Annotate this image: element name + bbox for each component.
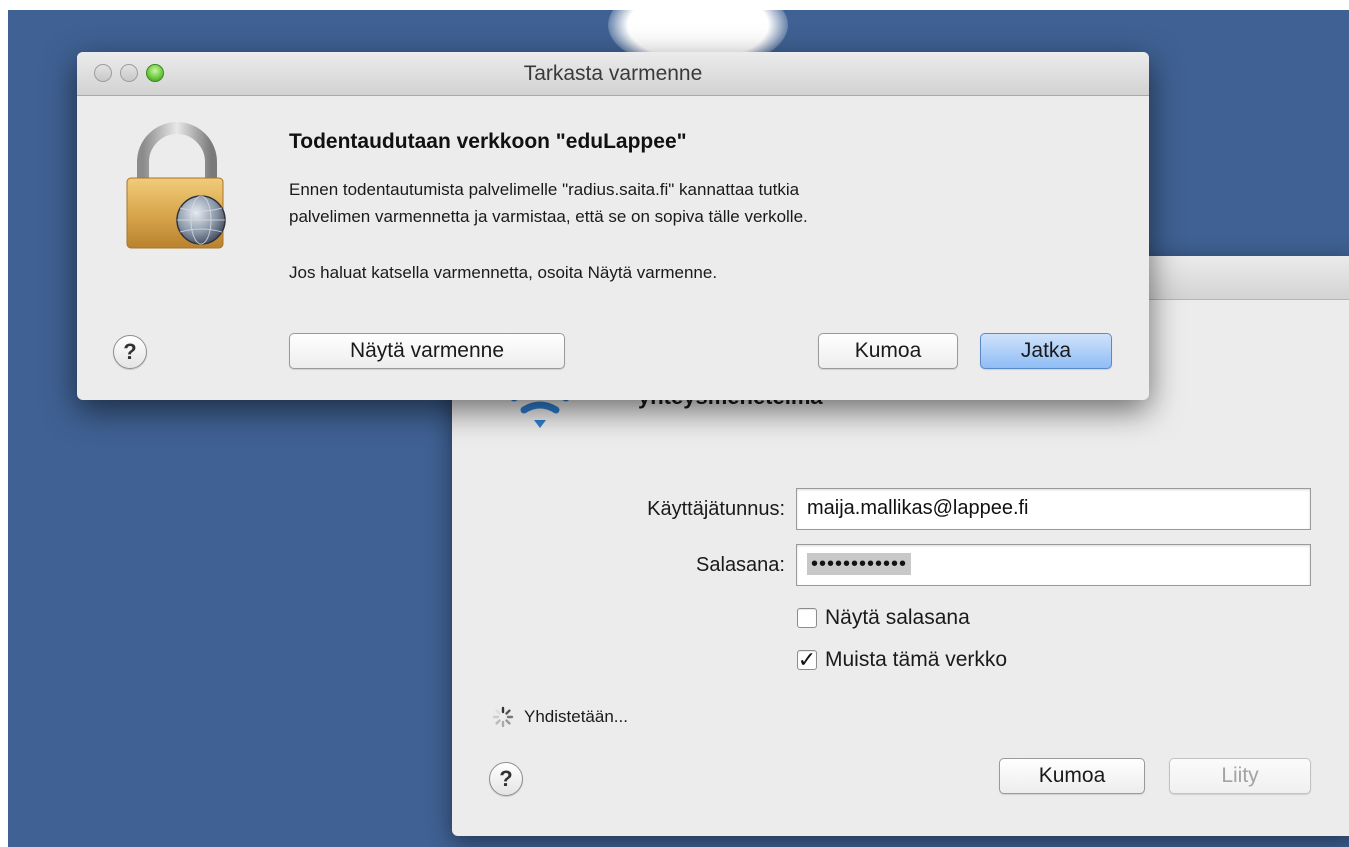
join-cancel-button[interactable]: Kumoa	[999, 758, 1145, 794]
certificate-body-line-1: Ennen todentautumista palvelimelle "radi…	[289, 180, 800, 199]
status-text: Yhdistetään...	[524, 707, 628, 726]
password-label: Salasana:	[696, 554, 785, 576]
padlock-with-globe-icon	[126, 122, 226, 249]
certificate-dialog-title: Tarkasta varmenne	[523, 62, 703, 85]
certificate-dialog-titlebar[interactable]: Tarkasta varmenne	[77, 52, 1149, 96]
progress-spinner-icon	[492, 706, 514, 728]
certificate-body-line-3: Jos haluat katsella varmennetta, osoita …	[289, 263, 718, 282]
certificate-cancel-button[interactable]: Kumoa	[818, 333, 958, 369]
remember-network-checkbox[interactable]: ✓	[797, 649, 817, 671]
username-input[interactable]: maija.mallikas@lappee.fi	[796, 488, 1311, 530]
password-value: ••••••••••••	[807, 553, 912, 575]
show-password-row[interactable]: Näytä salasana	[797, 606, 970, 630]
join-button[interactable]: Liity	[1169, 758, 1311, 794]
certificate-help-button[interactable]: ?	[113, 335, 147, 369]
show-password-checkbox[interactable]	[797, 608, 817, 628]
certificate-heading: Todentaudutaan verkkoon "eduLappee"	[289, 130, 687, 153]
connection-status: Yhdistetään...	[492, 706, 628, 728]
password-input[interactable]: ••••••••••••	[796, 544, 1311, 586]
continue-button[interactable]: Jatka	[980, 333, 1112, 369]
username-label: Käyttäjätunnus:	[647, 498, 785, 520]
certificate-body-line-2: palvelimen varmennetta ja varmistaa, ett…	[289, 207, 808, 226]
remember-network-row[interactable]: ✓ Muista tämä verkko	[797, 648, 1007, 672]
show-password-label: Näytä salasana	[825, 606, 970, 629]
certificate-dialog: Tarkasta varmenne Todentaudutaan verkkoo…	[77, 52, 1149, 400]
remember-network-label: Muista tämä verkko	[825, 648, 1008, 671]
show-certificate-button[interactable]: Näytä varmenne	[289, 333, 565, 369]
join-help-button[interactable]: ?	[489, 762, 523, 796]
